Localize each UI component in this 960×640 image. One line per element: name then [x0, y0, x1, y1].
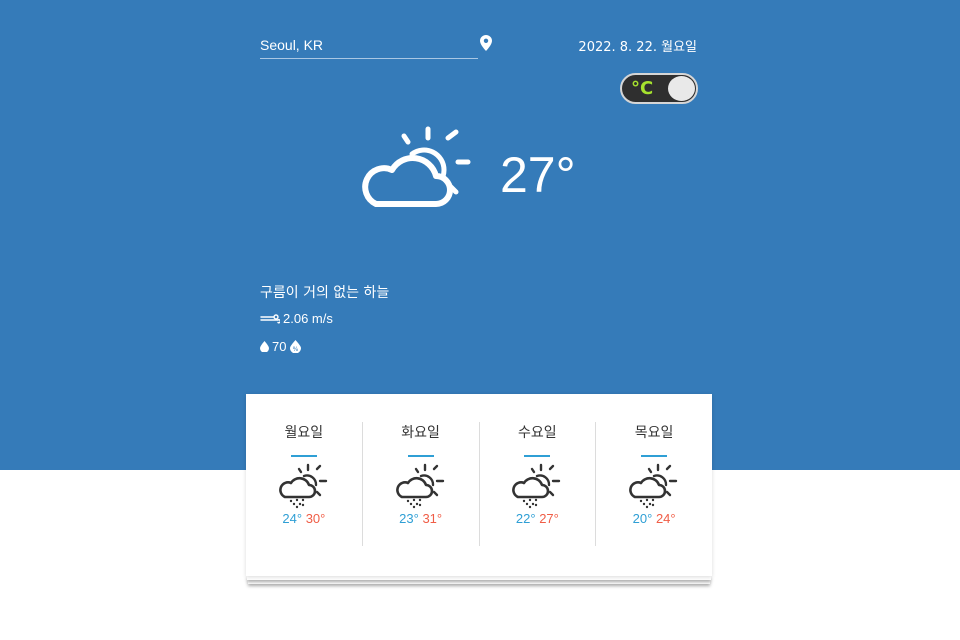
forecast-day[interactable]: 수요일 22° 27° [478, 422, 596, 546]
toggle-knob [668, 76, 695, 101]
raindrop-icon [260, 341, 269, 352]
location-search[interactable] [260, 34, 478, 59]
current-date: 2022. 8. 22. 월요일 [578, 40, 697, 55]
max-temp: 24° [655, 511, 676, 526]
min-temp: 23° [399, 511, 419, 526]
forecast-day-name: 목요일 [634, 425, 674, 441]
wind-icon [260, 313, 280, 323]
forecast-temps: 20° 24° [596, 511, 712, 526]
svg-text:%: % [293, 346, 299, 353]
forecast-day-name: 수요일 [518, 425, 557, 441]
weather-description: 구름이 거의 없는 하늘 [260, 285, 390, 301]
min-temp: 20° [632, 511, 653, 526]
day-divider [641, 455, 668, 457]
forecast-day[interactable]: 월요일 24° 30° [246, 422, 362, 546]
forecast-temps: 22° 27° [480, 511, 596, 526]
humidity-info: 70 % [260, 339, 304, 354]
rain-sun-icon [278, 463, 328, 509]
partly-cloudy-icon [362, 126, 471, 207]
min-temp: 24° [282, 511, 303, 526]
current-temperature: 27° [500, 147, 576, 203]
rain-sun-icon [512, 463, 561, 509]
card-stack-shadow [248, 580, 710, 584]
rain-sun-icon [395, 463, 444, 509]
forecast-temps: 23° 31° [363, 511, 479, 526]
rain-sun-icon [629, 463, 678, 509]
forecast-day-name: 월요일 [284, 425, 324, 441]
day-divider [524, 455, 551, 457]
min-temp: 22° [515, 511, 536, 526]
unit-label: °C [631, 78, 654, 99]
forecast-card: 월요일 24° 30° 화요일 23° 31° 수요일 22° 27° 목요일 … [246, 394, 712, 576]
forecast-day[interactable]: 화요일 23° 31° [361, 422, 479, 546]
humidity-value: 70 [272, 339, 287, 354]
max-temp: 27° [539, 511, 559, 526]
forecast-day[interactable]: 목요일 20° 24° [595, 422, 712, 546]
forecast-day-name: 화요일 [401, 425, 440, 441]
unit-toggle[interactable]: °C [620, 73, 698, 104]
location-input[interactable] [260, 34, 460, 56]
humidity-percent-icon: % [290, 340, 302, 353]
max-temp: 31° [422, 511, 443, 526]
max-temp: 30° [305, 511, 326, 526]
location-pin-icon[interactable] [480, 35, 492, 51]
day-divider [407, 455, 434, 457]
wind-info: 2.06 m/s [260, 311, 333, 326]
wind-speed: 2.06 m/s [283, 311, 333, 326]
card-stack-shadow [247, 576, 711, 580]
forecast-temps: 24° 30° [246, 511, 362, 526]
day-divider [290, 455, 317, 457]
